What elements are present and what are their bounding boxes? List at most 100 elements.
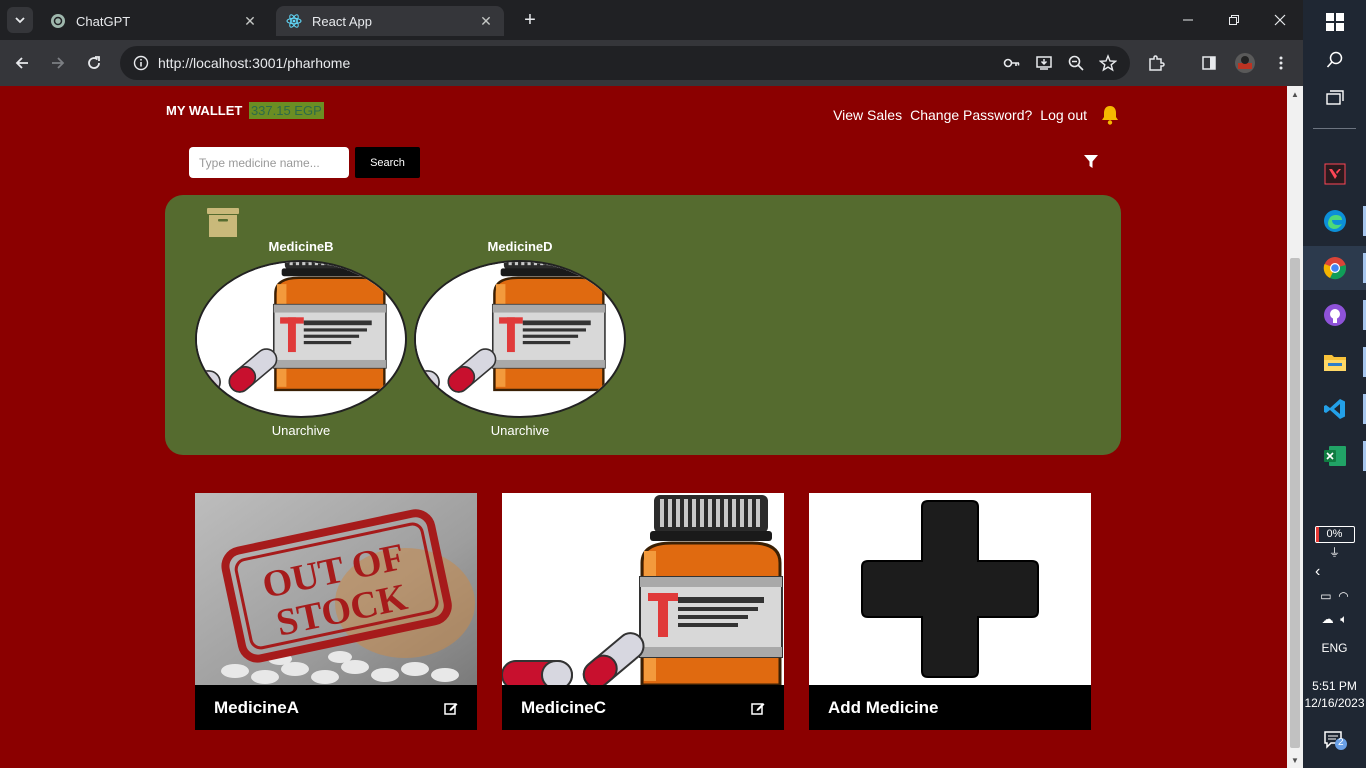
tab-title: ChatGPT	[76, 13, 131, 29]
arrow-left-icon	[15, 57, 28, 69]
search-icon	[1326, 51, 1342, 68]
address-bar[interactable]: http://localhost:3001/pharhome	[120, 46, 1130, 80]
tray-cloud-volume[interactable]: ☁ 🔈︎	[1303, 612, 1366, 627]
taskbar-app-chrome[interactable]	[1303, 246, 1366, 290]
chevron-down-icon	[15, 17, 25, 24]
excel-icon	[1323, 446, 1346, 466]
site-info-icon[interactable]	[126, 55, 156, 71]
medicine-card[interactable]: OUT OF STOCK MedicineA	[195, 493, 477, 730]
task-view-button[interactable]	[1303, 77, 1366, 121]
zoom-icon[interactable]	[1066, 53, 1086, 73]
add-medicine-card[interactable]: Add Medicine	[809, 493, 1091, 730]
wifi-icon: ◠	[1338, 589, 1349, 603]
notification-center-button[interactable]: 2	[1303, 729, 1366, 754]
close-icon[interactable]: ✕	[478, 13, 494, 29]
chrome-icon	[1323, 257, 1346, 280]
scroll-up-arrow-icon[interactable]: ▲	[1287, 86, 1303, 102]
puzzle-icon	[1149, 55, 1165, 71]
change-password-link[interactable]: Change Password?	[910, 107, 1032, 123]
plug-icon: ⏚	[1329, 547, 1340, 559]
back-button[interactable]	[8, 49, 36, 77]
battery-saver-icon: ▭	[1320, 589, 1332, 603]
taskbar-app-github[interactable]	[1303, 293, 1366, 337]
edge-icon	[1323, 210, 1346, 232]
task-view-icon	[1325, 90, 1344, 105]
onedrive-cloud-icon: ☁	[1321, 612, 1334, 626]
taskbar-app-excel[interactable]	[1303, 434, 1366, 478]
clock-time[interactable]: 5:51 PM	[1303, 679, 1366, 693]
medicine-name: MedicineC	[521, 697, 607, 717]
profile-button[interactable]	[1231, 49, 1259, 77]
tab-react-app[interactable]: React App ✕	[276, 6, 504, 36]
valorant-icon	[1324, 163, 1345, 185]
page-scrollbar[interactable]: ▲ ▼	[1287, 86, 1303, 768]
install-app-icon[interactable]	[1034, 53, 1054, 73]
medicine-card[interactable]: MedicineC	[502, 493, 784, 730]
taskbar-app-valorant[interactable]	[1303, 152, 1366, 196]
medicine-image	[414, 260, 626, 418]
new-tab-button[interactable]: +	[518, 8, 542, 32]
scroll-thumb[interactable]	[1290, 258, 1300, 748]
tab-strip: ChatGPT ✕ React App ✕ +	[0, 0, 1303, 40]
tray-network-icons[interactable]: ▭ ◠	[1303, 589, 1366, 603]
unarchive-button[interactable]: Unarchive	[195, 423, 407, 438]
reload-icon	[88, 56, 100, 69]
search-input[interactable]	[189, 147, 349, 178]
filter-icon[interactable]	[1084, 155, 1098, 169]
show-hidden-icons-chevron-icon[interactable]: ‹	[1303, 563, 1366, 581]
browser-window: ChatGPT ✕ React App ✕ + http://localhost…	[0, 0, 1303, 768]
vscode-icon	[1323, 399, 1345, 419]
archive-box-icon	[207, 208, 239, 237]
taskbar-app-vscode[interactable]	[1303, 387, 1366, 431]
top-nav: View Sales Change Password? Log out	[833, 104, 1121, 126]
side-panel-button[interactable]	[1195, 49, 1223, 77]
language-indicator[interactable]: ENG	[1303, 641, 1366, 655]
add-medicine-label: Add Medicine	[828, 697, 939, 717]
archived-item-name: MedicineD	[487, 239, 553, 254]
search-button[interactable]	[1303, 38, 1366, 82]
wallet-label: MY WALLET	[166, 103, 243, 118]
medicine-name: MedicineA	[214, 697, 300, 717]
page-content: MY WALLET 337.15 EGP View Sales Change P…	[0, 86, 1287, 768]
unarchive-button[interactable]: Unarchive	[414, 423, 626, 438]
divider	[1313, 128, 1356, 129]
tab-chatgpt[interactable]: ChatGPT ✕	[40, 6, 268, 36]
view-sales-link[interactable]: View Sales	[833, 107, 902, 123]
log-out-link[interactable]: Log out	[1040, 107, 1087, 123]
clock-date[interactable]: 12/16/2023	[1303, 696, 1366, 710]
search-button[interactable]: Search	[355, 147, 420, 178]
notification-count: 2	[1338, 737, 1344, 748]
archived-item: MedicineD Unarchive	[414, 239, 626, 438]
kebab-menu-icon	[1279, 56, 1283, 70]
edit-icon[interactable]	[444, 701, 458, 715]
extensions-button[interactable]	[1142, 49, 1170, 77]
card-footer: MedicineA	[195, 685, 477, 730]
folder-icon	[1323, 355, 1346, 371]
battery-indicator[interactable]: 0%	[1303, 526, 1366, 543]
github-icon	[1323, 304, 1346, 326]
taskbar-app-edge[interactable]	[1303, 199, 1366, 243]
volume-icon: 🔈︎	[1340, 612, 1348, 626]
tab-search-button[interactable]	[7, 7, 33, 33]
archived-item: MedicineB Unarchive	[195, 239, 407, 438]
browser-menu-button[interactable]	[1267, 49, 1295, 77]
card-footer: Add Medicine	[809, 685, 1091, 730]
restore-icon	[1229, 15, 1239, 25]
archived-medicines-panel: MedicineB Unarchive MedicineD Unarchive	[165, 195, 1121, 455]
minimize-button[interactable]	[1165, 0, 1211, 40]
restore-button[interactable]	[1211, 0, 1257, 40]
scroll-down-arrow-icon[interactable]: ▼	[1287, 752, 1303, 768]
battery-icon: 0%	[1314, 526, 1355, 543]
edit-icon[interactable]	[751, 701, 765, 715]
close-window-button[interactable]	[1257, 0, 1303, 40]
close-icon[interactable]: ✕	[242, 13, 258, 29]
star-icon[interactable]	[1098, 53, 1118, 73]
forward-button[interactable]	[44, 49, 72, 77]
bell-icon[interactable]	[1099, 104, 1121, 126]
archived-item-name: MedicineB	[268, 239, 334, 254]
key-icon[interactable]	[1002, 53, 1022, 73]
reload-button[interactable]	[80, 49, 108, 77]
browser-toolbar: http://localhost:3001/pharhome	[0, 40, 1303, 86]
taskbar-app-file-explorer[interactable]	[1303, 340, 1366, 384]
chatgpt-icon	[50, 13, 66, 29]
